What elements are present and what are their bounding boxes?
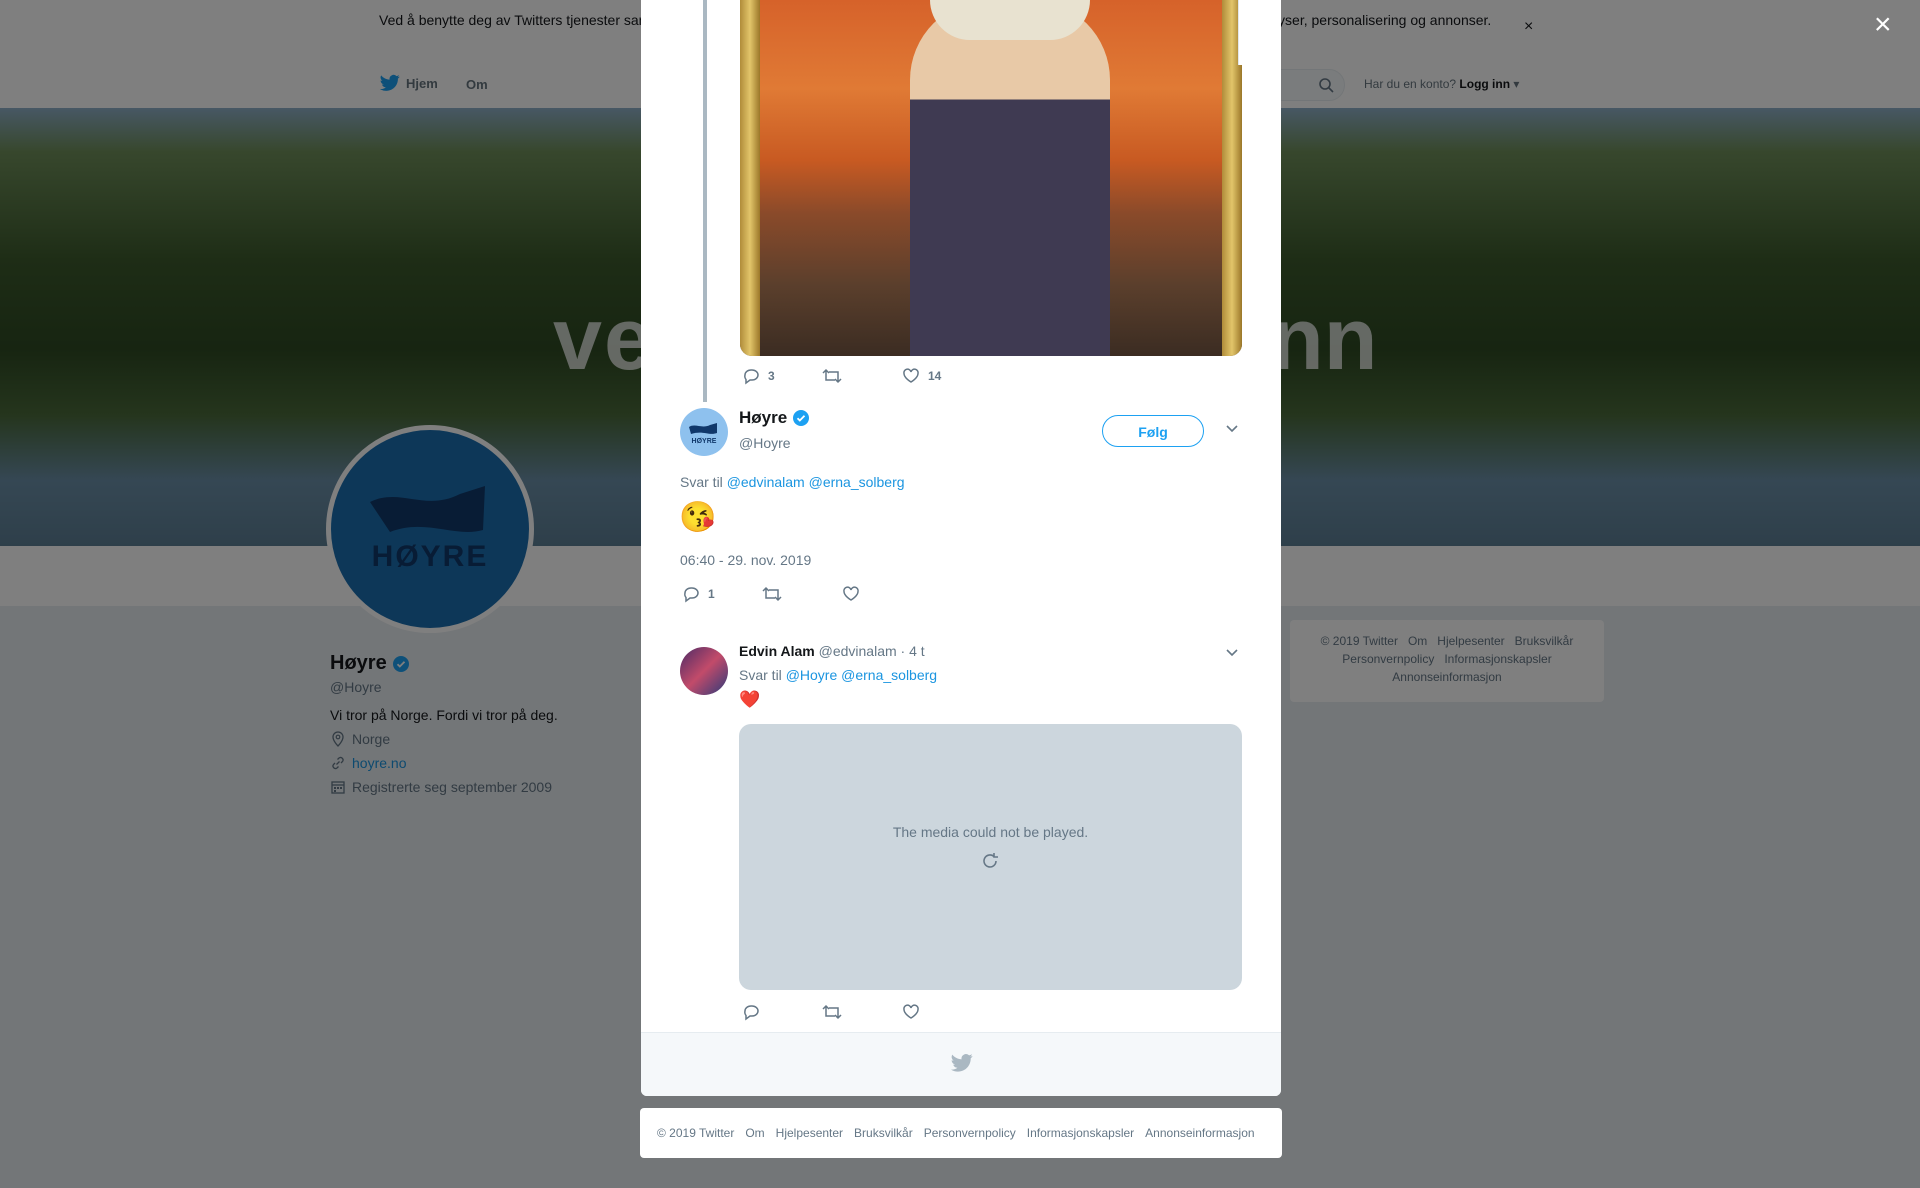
reply-tweet-text: ❤️ — [739, 690, 761, 709]
footer-link[interactable]: © 2019 Twitter — [657, 1126, 734, 1140]
reply-tweet-header: Edvin Alam @edvinalam · 4 t — [739, 643, 925, 659]
modal-footer — [641, 1032, 1281, 1096]
heart-icon — [903, 368, 919, 383]
like-button[interactable] — [902, 1003, 982, 1021]
parent-tweet-actions: 3 14 — [742, 367, 982, 385]
reply-to-prefix: Svar til — [680, 474, 723, 490]
hoyre-logo-icon: HØYRE — [689, 423, 717, 445]
chevron-down-icon[interactable] — [1225, 648, 1239, 658]
retweet-button[interactable] — [762, 585, 842, 603]
photo-person — [910, 0, 1110, 356]
footer-link[interactable]: Bruksvilkår — [854, 1126, 913, 1140]
retweet-icon — [822, 1004, 842, 1020]
photo-hair — [930, 0, 1090, 40]
reply-count: 3 — [768, 369, 775, 383]
retweet-button[interactable] — [822, 1003, 902, 1021]
footer-link[interactable]: Informasjonskapsler — [1027, 1126, 1134, 1140]
like-button[interactable]: 14 — [902, 367, 982, 385]
footer-link[interactable]: Om — [745, 1126, 764, 1140]
tweet-permalink-modal: 3 14 HØYRE Høyre @Hoyre Følg Svar til @e… — [641, 0, 1281, 1096]
reply-icon — [744, 369, 759, 385]
tweet-text: 😘 — [679, 501, 717, 534]
tweet-author-name-text: Høyre — [739, 408, 788, 427]
reply-author-name[interactable]: Edvin Alam — [739, 643, 815, 659]
tweet-timestamp[interactable]: 06:40 - 29. nov. 2019 — [680, 552, 811, 568]
twitter-bird-icon — [951, 1054, 973, 1072]
reply-to-line: Svar til @Hoyre @erna_solberg — [739, 667, 937, 683]
reply-icon — [684, 587, 699, 603]
bottom-footer: © 2019 Twitter Om Hjelpesenter Bruksvilk… — [640, 1108, 1282, 1158]
reply-count: 1 — [708, 587, 715, 601]
reply-icon — [744, 1005, 759, 1021]
footer-link[interactable]: Annonseinformasjon — [1145, 1126, 1254, 1140]
reply-to-prefix: Svar til — [739, 667, 782, 683]
retweet-icon — [822, 368, 842, 384]
svg-text:HØYRE: HØYRE — [692, 438, 717, 445]
like-button[interactable] — [842, 585, 922, 603]
footer-link[interactable]: Hjelpesenter — [776, 1126, 843, 1140]
mention-link[interactable]: @Hoyre — [786, 667, 838, 683]
footer-link[interactable]: Personvernpolicy — [924, 1126, 1016, 1140]
reply-to-line: Svar til @edvinalam @erna_solberg — [680, 474, 905, 490]
reply-author-handle[interactable]: @edvinalam — [819, 643, 897, 659]
photo-frame-left — [740, 0, 760, 356]
media-error-message: The media could not be played. — [892, 824, 1089, 840]
follow-button[interactable]: Følg — [1102, 415, 1204, 447]
reply-time[interactable]: · 4 t — [901, 643, 925, 659]
tweet-author-avatar[interactable]: HØYRE — [680, 408, 728, 456]
verified-badge-icon — [793, 410, 810, 426]
quoted-card-edge — [1238, 0, 1281, 65]
mention-link[interactable]: @erna_solberg — [841, 667, 937, 683]
tweet-author-handle[interactable]: @Hoyre — [739, 435, 791, 451]
reply-button[interactable]: 3 — [742, 367, 822, 385]
reply-button[interactable]: 1 — [682, 585, 762, 603]
heart-icon — [843, 586, 859, 601]
media-player[interactable]: The media could not be played. — [739, 724, 1242, 990]
reply-button[interactable] — [742, 1003, 822, 1021]
mention-link[interactable]: @edvinalam — [727, 474, 805, 490]
focused-tweet-actions: 1 — [682, 585, 922, 603]
retweet-icon — [762, 586, 782, 602]
reply-tweet-actions — [742, 1003, 982, 1021]
close-icon[interactable]: × — [1874, 10, 1892, 40]
thread-connector — [703, 0, 707, 402]
mention-link[interactable]: @erna_solberg — [809, 474, 905, 490]
tweet-author-name[interactable]: Høyre — [739, 408, 810, 428]
chevron-down-icon[interactable] — [1225, 424, 1239, 434]
heart-icon — [903, 1004, 919, 1019]
tweet-photo[interactable] — [740, 0, 1242, 356]
retry-icon[interactable] — [979, 850, 1001, 872]
retweet-button[interactable] — [822, 367, 902, 385]
like-count: 14 — [928, 369, 942, 383]
modal-overlay[interactable]: × 3 14 HØYRE Høyre @Hoyre Følg Svar til … — [0, 0, 1920, 1188]
reply-author-avatar[interactable] — [680, 647, 728, 695]
